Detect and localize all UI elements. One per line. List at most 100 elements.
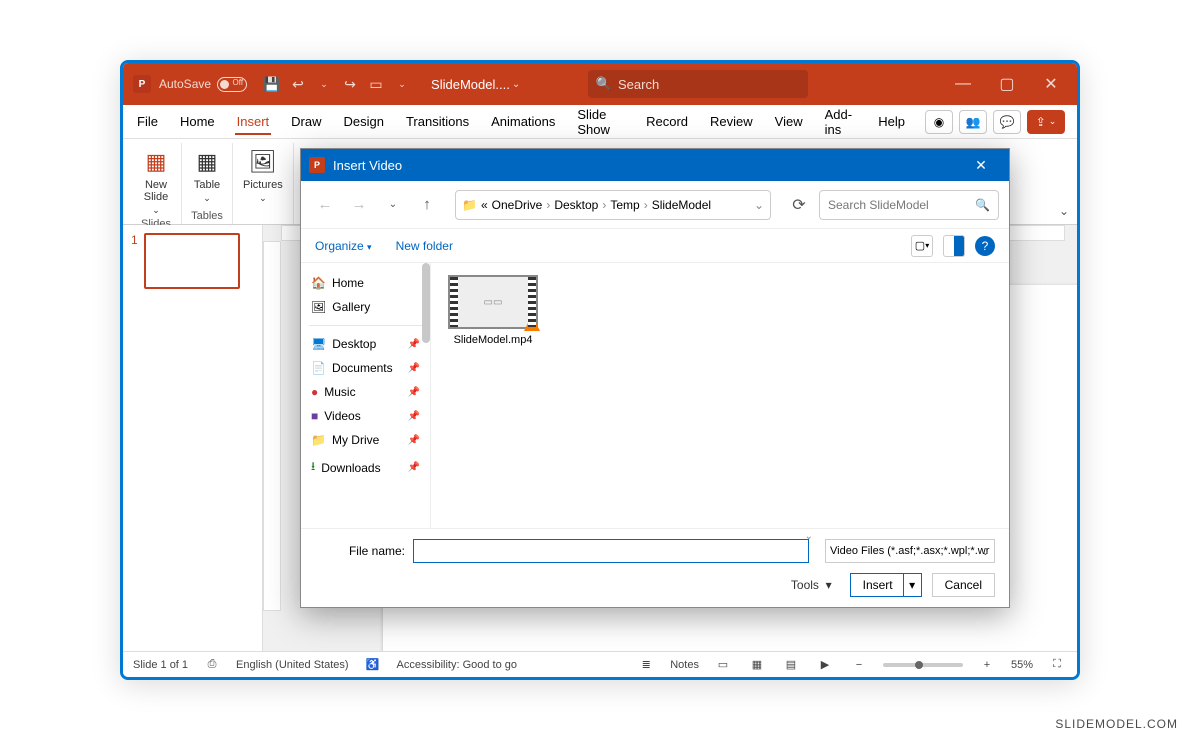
save-icon[interactable]: 💾 <box>259 71 285 97</box>
teams-icon[interactable]: 👥 <box>959 110 987 134</box>
dialog-close-button[interactable]: ✕ <box>961 157 1001 174</box>
insert-dropdown-icon[interactable]: ▾ <box>903 574 921 596</box>
comments-icon[interactable]: 💬 <box>993 110 1021 134</box>
back-button[interactable]: ← <box>311 191 339 219</box>
documents-icon: 📄 <box>311 361 326 375</box>
menu-home[interactable]: Home <box>178 108 217 135</box>
file-type-filter[interactable]: Video Files (*.asf;*.asx;*.wpl;*.wr <box>825 539 995 563</box>
minimize-button[interactable]: — <box>943 69 983 99</box>
file-list[interactable]: ▭▭ SlideModel.mp4 <box>431 263 1009 528</box>
menu-review[interactable]: Review <box>708 108 755 135</box>
language-icon: ⎙ <box>202 658 222 671</box>
sidebar-divider <box>309 325 422 326</box>
pin-icon[interactable]: 📌 <box>408 339 420 350</box>
slide-indicator[interactable]: Slide 1 of 1 <box>133 659 188 671</box>
reading-view-icon[interactable]: ▤ <box>781 658 801 671</box>
pin-icon[interactable]: 📌 <box>408 435 420 446</box>
pin-icon[interactable]: 📌 <box>408 411 420 422</box>
notes-button[interactable]: Notes <box>670 659 699 671</box>
sidebar-item-documents[interactable]: 📄Documents📌 <box>305 356 426 380</box>
tools-dropdown[interactable]: Tools ▾ <box>791 578 832 592</box>
dialog-search-input[interactable]: Search SlideModel 🔍 <box>819 190 999 220</box>
pictures-button[interactable]: 🖼 Pictures ⌄ <box>241 145 285 206</box>
sidebar-item-videos[interactable]: ■Videos📌 <box>305 404 426 428</box>
menu-record[interactable]: Record <box>644 108 690 135</box>
undo-icon[interactable]: ↩ <box>285 71 311 97</box>
pin-icon[interactable]: 📌 <box>408 462 420 473</box>
view-mode-button[interactable]: ▢ ▾ <box>911 235 933 257</box>
camera-icon[interactable]: ◉ <box>925 110 953 134</box>
menubar: File Home Insert Draw Design Transitions… <box>123 105 1077 139</box>
zoom-in-icon[interactable]: + <box>977 659 997 671</box>
menu-transitions[interactable]: Transitions <box>404 108 471 135</box>
dialog-footer: File name: ⌄ Video Files (*.asf;*.asx;*.… <box>301 528 1009 607</box>
file-name-input[interactable] <box>413 539 809 563</box>
vertical-ruler <box>263 241 281 611</box>
chevron-down-icon[interactable]: ⌄ <box>754 198 764 212</box>
search-input[interactable]: 🔍 Search <box>588 70 808 98</box>
maximize-button[interactable]: ▢ <box>987 69 1027 99</box>
sidebar-item-home[interactable]: 🏠Home <box>305 271 426 295</box>
recent-dropdown-icon[interactable]: ⌄ <box>379 191 407 219</box>
breadcrumb-item[interactable]: OneDrive <box>492 198 543 212</box>
sidebar-item-mydrive[interactable]: 📁My Drive📌 <box>305 428 426 452</box>
menu-design[interactable]: Design <box>342 108 386 135</box>
zoom-out-icon[interactable]: − <box>849 659 869 671</box>
chevron-down-icon: ⌄ <box>152 205 160 216</box>
docname-dropdown-icon[interactable]: ⌄ <box>512 79 520 90</box>
menu-slideshow[interactable]: Slide Show <box>575 101 626 143</box>
zoom-value[interactable]: 55% <box>1011 659 1033 671</box>
menu-draw[interactable]: Draw <box>289 108 323 135</box>
sidebar-item-music[interactable]: ●Music📌 <box>305 380 426 404</box>
close-button[interactable]: ✕ <box>1031 69 1071 99</box>
table-button[interactable]: ▦ Table ⌄ <box>190 145 224 206</box>
sidebar-item-desktop[interactable]: 🖥Desktop📌 <box>305 332 426 356</box>
new-folder-button[interactable]: New folder <box>396 239 453 253</box>
fit-to-window-icon[interactable]: ⛶ <box>1047 658 1067 671</box>
breadcrumb-item[interactable]: SlideModel <box>652 198 711 212</box>
pin-icon[interactable]: 📌 <box>408 387 420 398</box>
autosave-toggle[interactable]: Off <box>217 77 247 92</box>
home-icon: 🏠 <box>311 276 326 290</box>
pin-icon[interactable]: 📌 <box>408 363 420 374</box>
up-button[interactable]: ↑ <box>413 191 441 219</box>
sidebar-scrollbar[interactable] <box>422 263 430 343</box>
sorter-view-icon[interactable]: ▦ <box>747 658 767 671</box>
slide-thumbnail[interactable]: 1 <box>131 233 254 289</box>
zoom-slider[interactable] <box>883 663 963 667</box>
gallery-icon: 🖼 <box>311 300 326 314</box>
slideshow-view-icon[interactable]: ▶ <box>815 658 835 671</box>
present-icon[interactable]: ▭ <box>363 71 389 97</box>
breadcrumb-item[interactable]: Temp <box>610 198 639 212</box>
accessibility-label[interactable]: Accessibility: Good to go <box>397 659 517 671</box>
breadcrumb-item[interactable]: Desktop <box>554 198 598 212</box>
menu-insert[interactable]: Insert <box>235 108 272 135</box>
preview-pane-button[interactable] <box>943 235 965 257</box>
forward-button[interactable]: → <box>345 191 373 219</box>
help-icon[interactable]: ? <box>975 236 995 256</box>
file-item[interactable]: ▭▭ SlideModel.mp4 <box>443 275 543 346</box>
menu-file[interactable]: File <box>135 108 160 135</box>
menu-help[interactable]: Help <box>876 108 907 135</box>
qat-dropdown-icon[interactable]: ⌄ <box>389 71 415 97</box>
dialog-sidebar: 🏠Home 🖼Gallery 🖥Desktop📌 📄Documents📌 ●Mu… <box>301 263 431 528</box>
menu-animations[interactable]: Animations <box>489 108 557 135</box>
collapse-ribbon-icon[interactable]: ⌄ <box>1059 204 1069 218</box>
sidebar-item-downloads[interactable]: ⭳Downloads📌 <box>305 452 426 483</box>
breadcrumb[interactable]: 📁 « OneDrive› Desktop› Temp› SlideModel … <box>455 190 771 220</box>
organize-button[interactable]: Organize ▾ <box>315 239 372 253</box>
share-button[interactable]: ⇪ ⌄ <box>1027 110 1065 134</box>
redo-icon[interactable]: ↪ <box>337 71 363 97</box>
cancel-button[interactable]: Cancel <box>932 573 995 597</box>
refresh-button[interactable]: ⟳ <box>785 191 813 219</box>
undo-dropdown-icon[interactable]: ⌄ <box>311 71 337 97</box>
language-label[interactable]: English (United States) <box>236 659 349 671</box>
normal-view-icon[interactable]: ▭ <box>713 658 733 671</box>
thumbnail-number: 1 <box>131 233 138 289</box>
sidebar-item-gallery[interactable]: 🖼Gallery <box>305 295 426 319</box>
menu-view[interactable]: View <box>773 108 805 135</box>
new-slide-button[interactable]: ▦ New Slide ⌄ <box>139 145 173 218</box>
menu-addins[interactable]: Add-ins <box>823 101 859 143</box>
notes-icon: ≣ <box>636 658 656 671</box>
insert-button[interactable]: Insert▾ <box>850 573 922 597</box>
